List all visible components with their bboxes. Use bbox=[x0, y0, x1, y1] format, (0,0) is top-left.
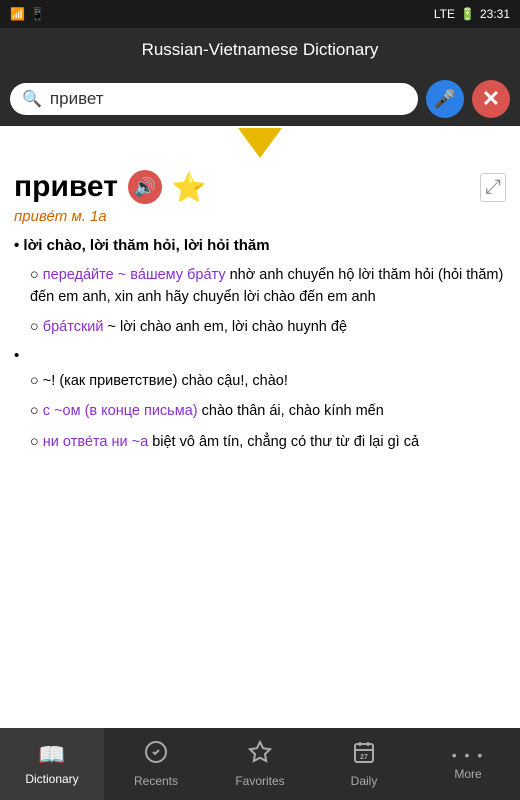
sub-item-2-2: с ~ом (в конце письма) chào thân ái, chà… bbox=[30, 400, 506, 422]
signal-icon: 📱 bbox=[30, 7, 45, 21]
definition-1: lời chào, lời thăm hỏi, lời hỏi thăm пер… bbox=[14, 235, 506, 339]
bottom-nav: 📖 Dictionary Recents Favorites 27 bbox=[0, 728, 520, 800]
russian-text-1-1: передáйте ~ вáшему брáту bbox=[43, 267, 226, 283]
nav-dictionary-label: Dictionary bbox=[25, 772, 78, 786]
expand-icon[interactable]: ⤢ bbox=[480, 173, 506, 202]
search-input[interactable] bbox=[50, 89, 406, 109]
status-right-icons: LTE 🔋 23:31 bbox=[434, 7, 510, 21]
favorite-star-icon[interactable]: ⭐ bbox=[172, 171, 207, 204]
nav-favorites[interactable]: Favorites bbox=[208, 728, 312, 800]
title-bar: Russian-Vietnamese Dictionary bbox=[0, 28, 520, 72]
dictionary-icon: 📖 bbox=[38, 742, 65, 768]
definition-main-1: lời chào, lời thăm hỏi, lời hỏi thăm bbox=[14, 235, 506, 258]
time-label: 23:31 bbox=[480, 7, 510, 21]
nav-favorites-label: Favorites bbox=[235, 774, 284, 788]
russian-text-2-2: с ~ом (в конце письма) bbox=[43, 403, 198, 419]
sub-item-2-3: ни отве́та ни ~а biệt vô âm tín, chẳng c… bbox=[30, 431, 506, 453]
nav-recents[interactable]: Recents bbox=[104, 728, 208, 800]
arrow-indicator bbox=[0, 126, 520, 158]
wifi-icon: 📶 bbox=[10, 7, 25, 21]
close-icon: ✕ bbox=[482, 86, 500, 112]
down-arrow-icon bbox=[238, 128, 282, 158]
nav-recents-label: Recents bbox=[134, 774, 178, 788]
mic-button[interactable]: 🎤 bbox=[426, 80, 464, 118]
speaker-button[interactable]: 🔊 bbox=[128, 170, 162, 204]
mic-icon: 🎤 bbox=[434, 89, 456, 110]
nav-more[interactable]: • • • More bbox=[416, 728, 520, 800]
russian-text-1-2: брáтский bbox=[43, 319, 104, 335]
search-icon: 🔍 bbox=[22, 89, 42, 109]
lte-label: LTE bbox=[434, 7, 455, 21]
sub-item-1-1: передáйте ~ вáшему брáту nhờ anh chuyển … bbox=[30, 264, 506, 309]
search-bar: 🔍 🎤 ✕ bbox=[0, 72, 520, 126]
nav-daily-label: Daily bbox=[351, 774, 378, 788]
word-title: привет bbox=[14, 170, 118, 204]
speaker-icon: 🔊 bbox=[134, 177, 156, 198]
app-title: Russian-Vietnamese Dictionary bbox=[142, 40, 379, 60]
russian-text-2-3: ни отве́та ни ~а bbox=[43, 434, 148, 450]
battery-icon: 🔋 bbox=[460, 7, 475, 21]
definition-2: ~! (как приветствие) chào cậu!, chào! с … bbox=[14, 347, 506, 453]
definition-main-2 bbox=[14, 347, 506, 364]
content-area: привет 🔊 ⭐ ⤢ приве́т м. 1а lời chào, lời… bbox=[0, 158, 520, 730]
favorites-icon bbox=[248, 740, 272, 770]
nav-dictionary[interactable]: 📖 Dictionary bbox=[0, 728, 104, 800]
more-icon: • • • bbox=[452, 747, 484, 763]
sub-item-1-2: брáтский ~ lời chào anh em, lời chào huy… bbox=[30, 316, 506, 338]
clear-button[interactable]: ✕ bbox=[472, 80, 510, 118]
svg-text:27: 27 bbox=[360, 754, 368, 761]
nav-more-label: More bbox=[454, 767, 481, 781]
nav-daily[interactable]: 27 Daily bbox=[312, 728, 416, 800]
word-subtitle: приве́т м. 1а bbox=[14, 208, 506, 225]
recents-icon bbox=[144, 740, 168, 770]
status-left-icons: 📶 📱 bbox=[10, 7, 45, 21]
daily-icon: 27 bbox=[352, 740, 376, 770]
sub-item-2-1: ~! (как приветствие) chào cậu!, chào! bbox=[30, 370, 506, 392]
word-title-row: привет 🔊 ⭐ ⤢ bbox=[14, 170, 506, 204]
status-bar: 📶 📱 LTE 🔋 23:31 bbox=[0, 0, 520, 28]
search-input-container[interactable]: 🔍 bbox=[10, 83, 418, 115]
